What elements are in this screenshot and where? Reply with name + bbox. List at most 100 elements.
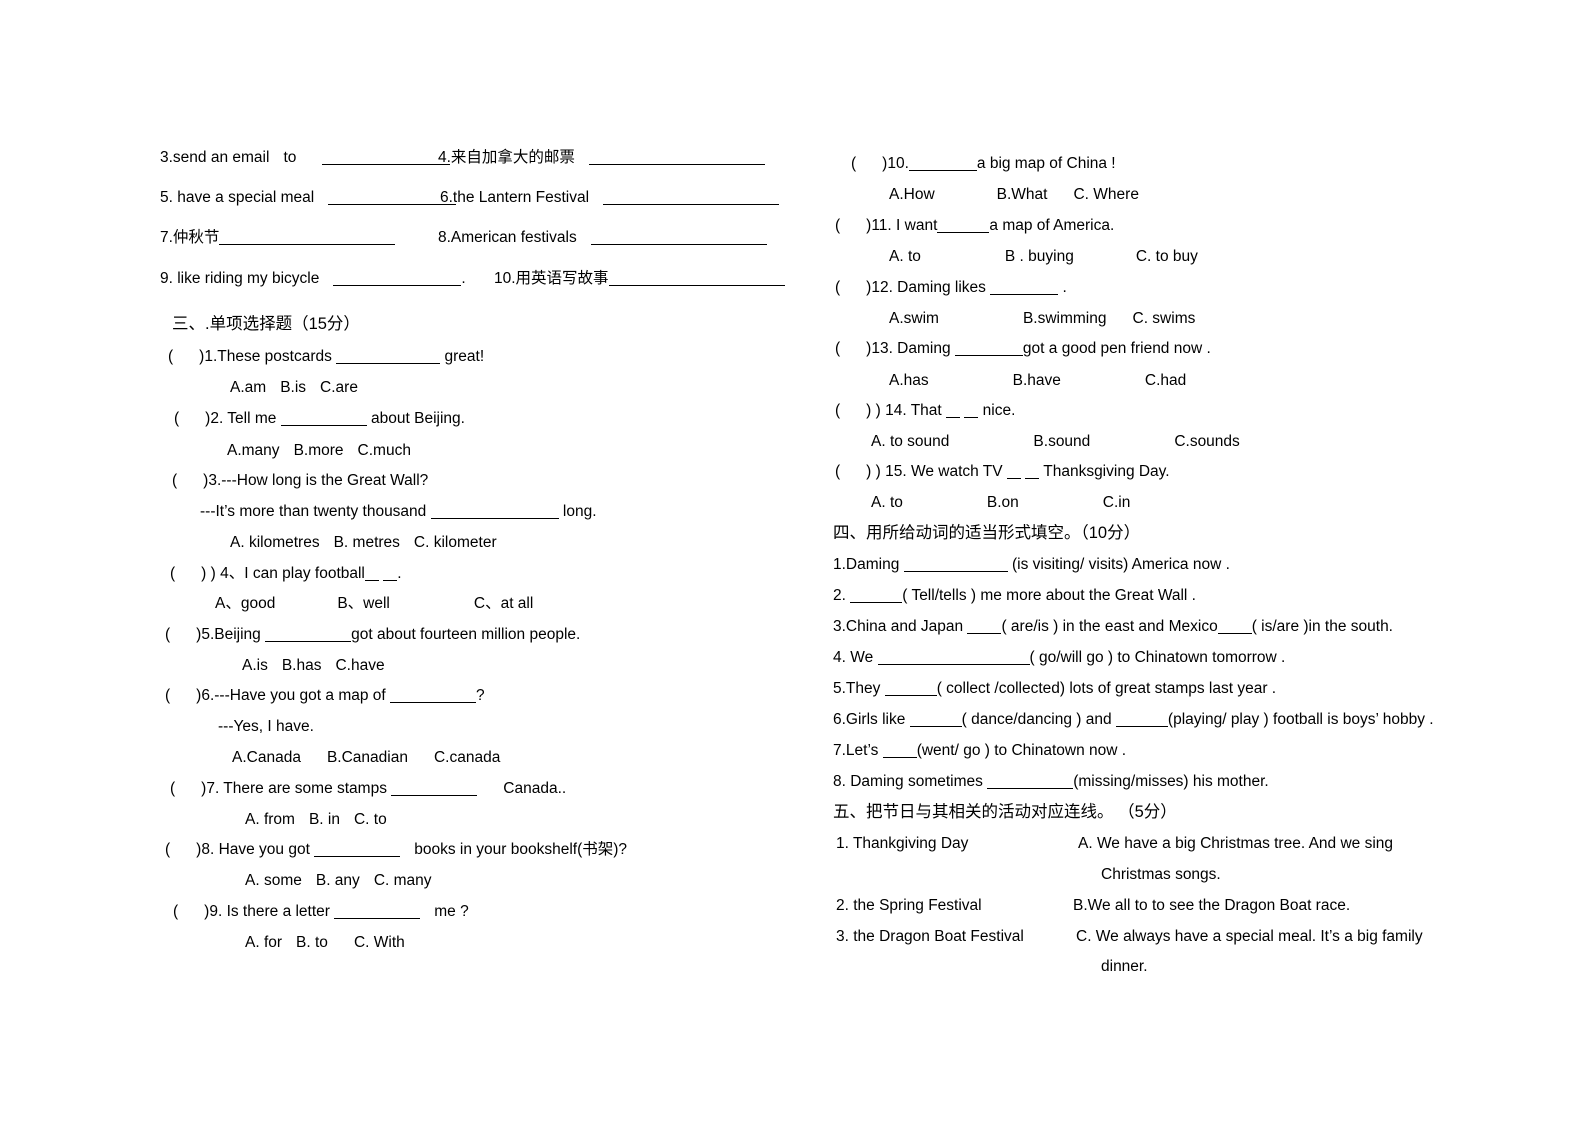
option-c[interactable]: C. kilometer [414, 534, 497, 551]
option-b[interactable]: B. to [296, 934, 328, 951]
translation-blank-5[interactable] [328, 192, 457, 205]
option-b[interactable]: B.is [280, 379, 306, 396]
section4-blank-7[interactable] [882, 745, 917, 758]
option-a[interactable]: A. from [245, 811, 295, 828]
question-2-blank[interactable] [280, 413, 367, 426]
answer-bracket-9[interactable]: ( [173, 903, 178, 920]
option-a[interactable]: A、good [215, 595, 275, 612]
option-c[interactable]: C、at all [474, 595, 533, 612]
option-b[interactable]: B、well [337, 595, 390, 612]
option-a[interactable]: A.swim [889, 310, 939, 327]
answer-bracket-1[interactable]: ( [168, 348, 173, 365]
answer-bracket-4[interactable]: ( [170, 565, 175, 582]
question-7-blank[interactable] [391, 783, 478, 796]
question-13-blank[interactable] [954, 343, 1023, 356]
answer-bracket-10[interactable]: ( [851, 155, 856, 172]
section4-blank-8[interactable] [987, 776, 1074, 789]
option-a[interactable]: A.Canada [232, 749, 301, 766]
option-c[interactable]: C. Where [1073, 186, 1138, 203]
answer-bracket-2[interactable]: ( [174, 410, 179, 427]
question-6-blank[interactable] [390, 690, 477, 703]
question-11-blank[interactable] [937, 220, 990, 233]
section4-blank-3a[interactable] [967, 621, 1002, 634]
answer-bracket-11[interactable]: ( [835, 217, 840, 234]
option-c[interactable]: C.have [335, 657, 384, 674]
option-c[interactable]: C. many [374, 872, 432, 889]
translation-blank-6[interactable] [603, 192, 780, 205]
answer-bracket-8[interactable]: ( [165, 841, 170, 858]
option-c[interactable]: C.had [1145, 372, 1186, 389]
option-c[interactable]: C.much [358, 442, 411, 459]
option-a[interactable]: A. kilometres [230, 534, 320, 551]
option-b[interactable]: B.What [997, 186, 1048, 203]
option-a[interactable]: A.am [230, 379, 266, 396]
option-b[interactable]: B. any [316, 872, 360, 889]
question-12-blank[interactable] [990, 282, 1059, 295]
option-c[interactable]: C. swims [1133, 310, 1196, 327]
option-b[interactable]: B.have [1013, 372, 1061, 389]
section4-blank-6a[interactable] [909, 714, 962, 727]
question-10-blank[interactable] [908, 158, 977, 171]
translation-blank-4[interactable] [588, 152, 765, 165]
option-b[interactable]: B. in [309, 811, 340, 828]
option-b[interactable]: B.sound [1033, 433, 1090, 450]
option-a[interactable]: A.many [227, 442, 280, 459]
section4-blank-4[interactable] [877, 652, 1030, 665]
translation-blank-3[interactable] [322, 152, 451, 165]
option-b[interactable]: B. metres [334, 534, 400, 551]
answer-bracket-6[interactable]: ( [165, 687, 170, 704]
option-a[interactable]: A.How [889, 186, 935, 203]
option-a[interactable]: A. to [871, 494, 903, 511]
match-left-item-1[interactable]: 1. Thankgiving Day [836, 835, 968, 853]
question-4-blank-1[interactable] [364, 569, 379, 581]
option-b[interactable]: B.Canadian [327, 749, 408, 766]
question-1-blank[interactable] [336, 351, 441, 364]
answer-bracket-14[interactable]: ( [835, 402, 840, 419]
translation-blank-10[interactable] [608, 273, 785, 286]
match-right-item-a[interactable]: A. We have a big Christmas tree. And we … [1078, 835, 1393, 853]
section4-blank-6b[interactable] [1115, 714, 1168, 727]
option-b[interactable]: B.more [294, 442, 344, 459]
option-c[interactable]: C. to [354, 811, 387, 828]
match-left-item-3[interactable]: 3. the Dragon Boat Festival [836, 928, 1024, 946]
answer-bracket-7[interactable]: ( [170, 780, 175, 797]
match-right-item-c[interactable]: C. We always have a special meal. It’s a… [1076, 928, 1423, 946]
question-14-blank-2[interactable] [964, 406, 979, 418]
option-b[interactable]: B.has [282, 657, 322, 674]
option-c[interactable]: C.are [320, 379, 358, 396]
section4-blank-1[interactable] [903, 559, 1008, 572]
option-a[interactable]: A.is [242, 657, 268, 674]
option-c[interactable]: C.canada [434, 749, 500, 766]
question-5-blank[interactable] [265, 629, 352, 642]
section4-blank-3b[interactable] [1217, 621, 1252, 634]
option-a[interactable]: A. for [245, 934, 282, 951]
option-a[interactable]: A. some [245, 872, 302, 889]
question-8-blank[interactable] [314, 844, 401, 857]
question-14-blank-1[interactable] [946, 406, 961, 418]
option-c[interactable]: C. to buy [1136, 248, 1198, 265]
option-c[interactable]: C. With [354, 934, 405, 951]
option-a[interactable]: A.has [889, 372, 929, 389]
question-4-blank-2[interactable] [383, 569, 398, 581]
option-c[interactable]: C.in [1103, 494, 1131, 511]
translation-blank-9[interactable] [333, 273, 462, 286]
option-c[interactable]: C.sounds [1174, 433, 1239, 450]
match-right-item-b[interactable]: B.We all to to see the Dragon Boat race. [1073, 897, 1350, 915]
section4-blank-5[interactable] [884, 683, 937, 696]
answer-bracket-3[interactable]: ( [172, 472, 177, 489]
section4-blank-2[interactable] [850, 590, 903, 603]
question-9-blank[interactable] [334, 906, 421, 919]
match-left-item-2[interactable]: 2. the Spring Festival [836, 897, 982, 915]
question-15-blank-1[interactable] [1006, 467, 1021, 479]
option-a[interactable]: A. to [889, 248, 921, 265]
translation-blank-8[interactable] [590, 232, 767, 245]
option-a[interactable]: A. to sound [871, 433, 949, 450]
option-b[interactable]: B.on [987, 494, 1019, 511]
translation-blank-7[interactable] [219, 232, 396, 245]
answer-bracket-5[interactable]: ( [165, 626, 170, 643]
option-b[interactable]: B.swimming [1023, 310, 1107, 327]
answer-bracket-15[interactable]: ( [835, 463, 840, 480]
option-b[interactable]: B . buying [1005, 248, 1074, 265]
answer-bracket-12[interactable]: ( [835, 279, 840, 296]
question-15-blank-2[interactable] [1025, 467, 1040, 479]
